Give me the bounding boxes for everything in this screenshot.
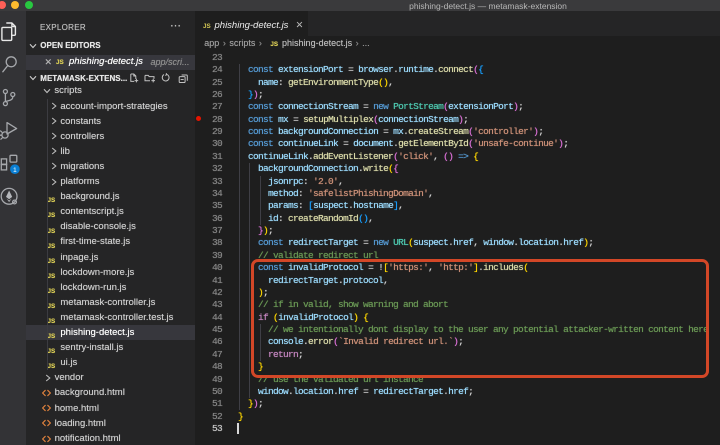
svg-text:1: 1 [13, 167, 17, 174]
